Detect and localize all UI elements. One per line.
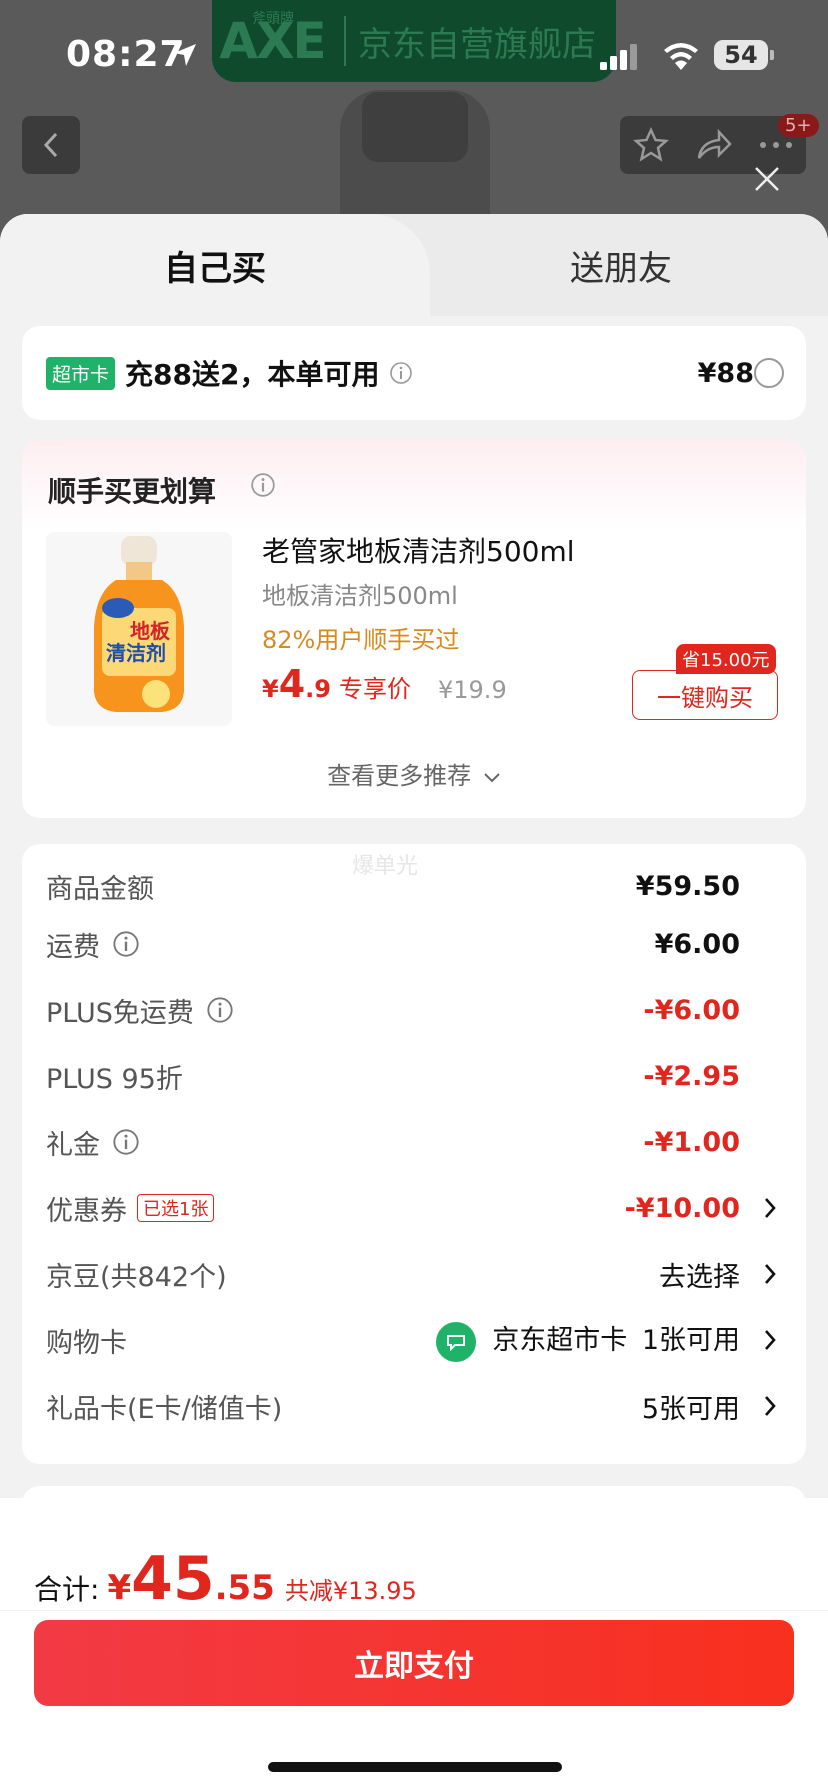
product-name[interactable]: 老管家地板清洁剂500ml (262, 530, 575, 570)
info-icon[interactable] (206, 996, 234, 1024)
footer-divider (0, 1610, 828, 1611)
home-indicator (268, 1762, 562, 1772)
status-time: 08:27 (66, 34, 186, 75)
recommendation-card: 顺手买更划算 地板 清洁剂 老管家地板清洁剂500ml 地板清洁剂500ml 8… (22, 440, 806, 818)
battery-icon: 54 (714, 40, 774, 70)
supermarket-card-icon (436, 1321, 477, 1362)
product-buyers-stat: 82%用户顺手买过 (262, 626, 460, 654)
fee-row-coupon[interactable]: 优惠券 已选1张 -¥10.00 (22, 1188, 806, 1228)
chevron-right-icon (765, 1198, 776, 1218)
location-arrow-icon (174, 44, 196, 66)
chevron-right-icon (765, 1264, 776, 1284)
radio-button[interactable] (754, 358, 784, 388)
tab-gift-friend[interactable]: 送朋友 (414, 214, 828, 316)
fee-row-plus-discount: PLUS 95折 -¥2.95 (46, 1060, 740, 1095)
cellular-signal-icon (600, 44, 637, 70)
total-saved: 共减¥13.95 (284, 1577, 417, 1605)
promo-price: ¥88 (697, 357, 754, 389)
pay-now-button[interactable]: 立即支付 (34, 1620, 794, 1706)
supermarket-card-promo[interactable]: 超市卡 充88送2，本单可用 ¥88 (22, 326, 806, 420)
info-icon[interactable] (389, 361, 413, 385)
promo-text: 充88送2，本单可用 (125, 358, 380, 391)
shopping-card-name: 京东超市卡 (492, 1325, 628, 1357)
more-icon[interactable] (759, 140, 793, 150)
info-icon[interactable] (250, 472, 276, 498)
fee-row-gift-card[interactable]: 礼品卡(E卡/储值卡) 5张可用 (22, 1386, 806, 1426)
fee-row-jd-beans[interactable]: 京豆(共842个) 去选择 (22, 1254, 806, 1294)
one-click-buy-button[interactable]: 一键购买 (632, 670, 778, 720)
fee-row-gift-money: 礼金 -¥1.00 (46, 1126, 740, 1161)
product-price: ¥4.9 专享价 (262, 662, 411, 706)
wifi-icon (664, 43, 698, 70)
supermarket-card-tag: 超市卡 (46, 356, 116, 390)
chevron-right-icon (765, 1330, 776, 1350)
svg-text:地板: 地板 (130, 619, 171, 643)
svg-text:清洁剂: 清洁剂 (106, 641, 166, 665)
more-recommendations-link[interactable]: 查看更多推荐 (22, 756, 806, 791)
product-spec: 地板清洁剂500ml (262, 582, 458, 610)
back-button[interactable] (22, 116, 80, 174)
info-icon[interactable] (112, 930, 140, 958)
share-icon[interactable] (695, 128, 733, 162)
notification-badge: 5+ (778, 114, 819, 137)
product-original-price: ¥19.9 (438, 676, 507, 704)
cleaner-bottle-image: 地板 清洁剂 (94, 536, 184, 712)
status-bar: 08:27 54 (0, 0, 828, 110)
info-icon[interactable] (112, 1128, 140, 1156)
chevron-left-icon (43, 132, 58, 158)
product-image[interactable]: 地板 清洁剂 (46, 532, 232, 726)
order-total: 合计: ¥ 45 .55 共减¥13.95 (34, 1544, 417, 1614)
close-icon[interactable] (752, 164, 782, 194)
fee-row-shipping: 运费 ¥6.00 (46, 928, 740, 963)
savings-badge: 省15.00元 (676, 644, 776, 674)
fee-row-shopping-card[interactable]: 购物卡 京东超市卡 1张可用 (22, 1320, 806, 1362)
purchase-tabs: 送朋友 自己买 (0, 214, 828, 316)
star-icon[interactable] (633, 127, 669, 163)
fee-row-plus-free-shipping: PLUS免运费 -¥6.00 (46, 994, 740, 1029)
recommendation-title: 顺手买更划算 (48, 475, 217, 508)
chevron-down-icon (484, 773, 500, 783)
checkout-footer: 合计: ¥ 45 .55 共减¥13.95 立即支付 (0, 1498, 828, 1792)
fee-row-goods-amount: 商品金额 ¥59.50 (46, 870, 740, 905)
order-fee-summary: 爆单光 商品金额 ¥59.50 运费 ¥6.00 PLUS免运费 -¥6.00 … (22, 844, 806, 1464)
chevron-right-icon (765, 1396, 776, 1416)
tab-buy-self[interactable]: 自己买 (0, 214, 430, 316)
coupon-selected-tag: 已选1张 (137, 1194, 215, 1222)
